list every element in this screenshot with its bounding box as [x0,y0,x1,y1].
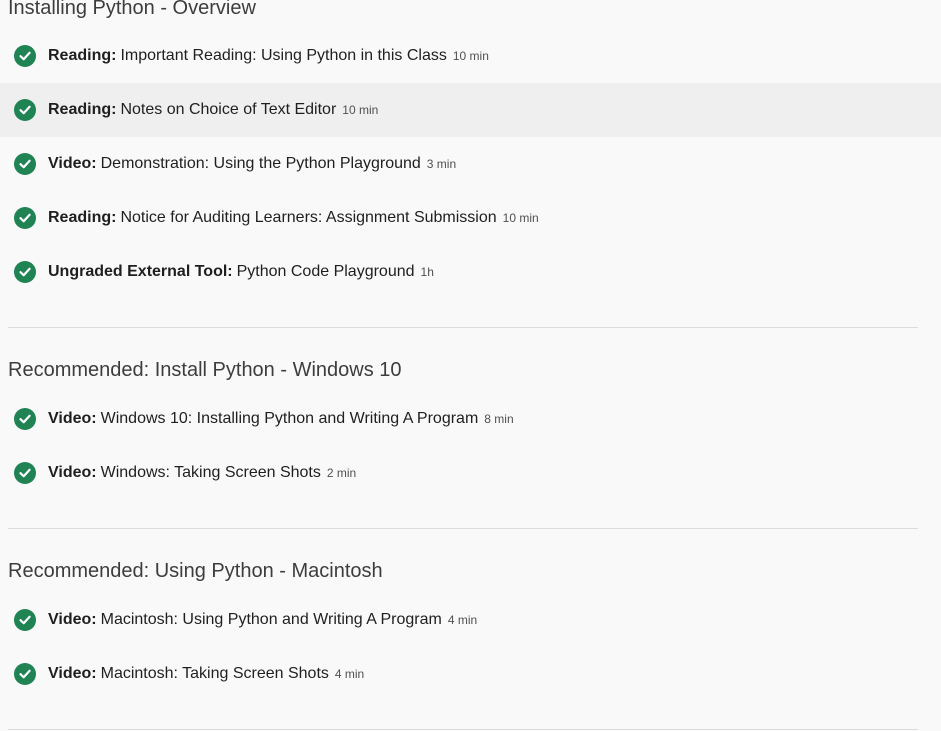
section-title: Recommended: Install Python - Windows 10 [8,359,402,381]
list-item[interactable]: Video: Windows 10: Installing Python and … [0,392,941,446]
check-circle-icon [14,153,36,175]
item-duration: 3 min [426,157,457,171]
item-label[interactable]: Video: Windows 10: Installing Python and … [48,409,514,429]
item-label[interactable]: Video: Macintosh: Using Python and Writin… [48,610,477,630]
item-duration: 1h [420,265,434,279]
check-circle-icon [14,609,36,631]
item-title[interactable]: Macintosh: Taking Screen Shots [101,665,329,682]
section-divider [8,528,918,529]
item-duration: 10 min [502,211,539,225]
item-title[interactable]: Demonstration: Using the Python Playgrou… [101,155,421,172]
list-item[interactable]: Video: Demonstration: Using the Python Pl… [0,137,941,191]
check-circle-icon [14,462,36,484]
item-title[interactable]: Notice for Auditing Learners: Assignment… [120,209,496,226]
item-type: Video: [48,155,97,172]
item-type: Ungraded External Tool: [48,263,233,280]
item-label[interactable]: Ungraded External Tool: Python Code Playg… [48,262,434,282]
item-label[interactable]: Video: Windows: Taking Screen Shots 2 min [48,463,356,483]
list-item[interactable]: Ungraded External Tool: Python Code Playg… [0,245,941,299]
section-title: Recommended: Using Python - Macintosh [8,560,383,582]
item-type: Reading: [48,101,117,118]
check-circle-icon [14,45,36,67]
course-week-content: Installing Python - Overview Reading: Imp… [0,0,941,731]
item-type: Video: [48,464,97,481]
item-type: Video: [48,611,97,628]
check-circle-icon [14,99,36,121]
item-type: Reading: [48,47,117,64]
item-duration: 10 min [342,103,379,117]
item-type: Video: [48,665,97,682]
check-circle-icon [14,663,36,685]
item-label[interactable]: Reading: Important Reading: Using Python … [48,46,489,66]
list-item[interactable]: Reading: Notes on Choice of Text Editor 10… [0,83,941,137]
item-duration: 4 min [334,667,365,681]
list-item[interactable]: Video: Windows: Taking Screen Shots 2 min [0,446,941,500]
list-item[interactable]: Reading: Important Reading: Using Python … [0,29,941,83]
item-label[interactable]: Reading: Notice for Auditing Learners: As… [48,208,539,228]
item-title[interactable]: Windows 10: Installing Python and Writin… [101,410,479,427]
list-item[interactable]: Video: Macintosh: Using Python and Writin… [0,593,941,647]
section-title: Installing Python - Overview [8,0,256,19]
item-duration: 2 min [326,466,357,480]
section-divider [8,327,918,328]
item-duration: 8 min [484,412,514,426]
item-title[interactable]: Macintosh: Using Python and Writing A Pr… [101,611,442,628]
list-item[interactable]: Video: Macintosh: Taking Screen Shots 4 mi… [0,647,941,701]
item-title[interactable]: Notes on Choice of Text Editor [120,101,336,118]
list-item[interactable]: Reading: Notice for Auditing Learners: As… [0,191,941,245]
item-label[interactable]: Video: Macintosh: Taking Screen Shots 4 mi… [48,664,364,684]
item-title[interactable]: Python Code Playground [237,263,415,280]
item-type: Reading: [48,209,117,226]
check-circle-icon [14,207,36,229]
check-circle-icon [14,261,36,283]
item-label[interactable]: Reading: Notes on Choice of Text Editor 10… [48,100,378,120]
section-divider [8,729,918,730]
item-label[interactable]: Video: Demonstration: Using the Python Pl… [48,154,456,174]
item-duration: 10 min [452,49,489,63]
item-duration: 4 min [447,613,478,627]
check-circle-icon [14,408,36,430]
item-type: Video: [48,410,97,427]
item-title[interactable]: Important Reading: Using Python in this … [120,47,446,64]
item-title[interactable]: Windows: Taking Screen Shots [101,464,321,481]
